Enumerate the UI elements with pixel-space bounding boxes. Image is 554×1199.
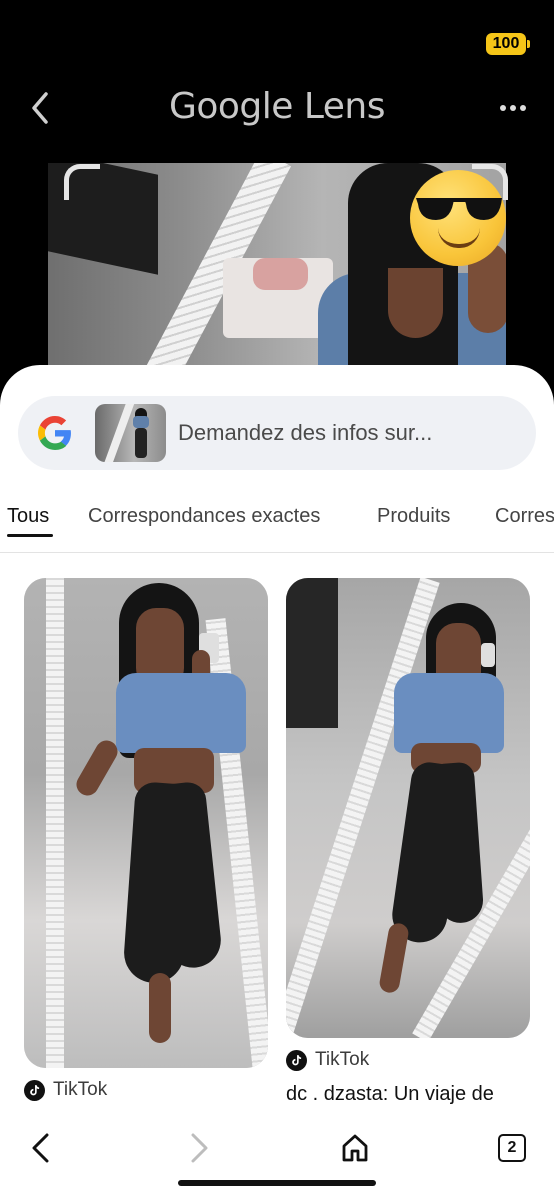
status-bar: 100 [0, 0, 554, 70]
home-icon [342, 1134, 368, 1162]
source-name: TikTok [53, 1079, 108, 1100]
nav-tabs-button[interactable]: 2 [492, 1128, 532, 1168]
search-placeholder: Demandez des infos sur... [178, 420, 433, 445]
result-source-1[interactable]: TikTok [24, 1079, 107, 1101]
lens-header: Google Lens [0, 80, 554, 140]
source-name: TikTok [315, 1049, 370, 1070]
tiktok-icon [286, 1049, 307, 1071]
nav-home-button[interactable] [335, 1128, 375, 1168]
chevron-left-icon [32, 1133, 49, 1163]
tab-more[interactable]: Corres [495, 505, 554, 528]
result-source-2[interactable]: TikTok [286, 1049, 369, 1071]
more-options-icon[interactable] [500, 102, 526, 114]
tiktok-icon [24, 1079, 45, 1101]
chevron-right-icon [191, 1133, 208, 1163]
result-image-1[interactable] [24, 578, 268, 1068]
pillow-shape [253, 258, 308, 290]
battery-indicator: 100 [486, 33, 530, 55]
result-title-2[interactable]: dc . dzasta: Un viaje de [286, 1083, 494, 1106]
nav-forward-button[interactable] [178, 1128, 218, 1168]
tab-products[interactable]: Produits [377, 505, 450, 528]
filter-tabs: Tous Correspondances exactes Produits Co… [0, 495, 554, 553]
photo-preview[interactable] [48, 163, 506, 378]
crop-corner-top-left[interactable] [64, 164, 100, 200]
tab-count-badge: 2 [498, 1134, 526, 1162]
search-image-thumbnail[interactable] [95, 404, 166, 462]
tab-exact-matches[interactable]: Correspondances exactes [88, 505, 320, 528]
result-image-2[interactable] [286, 578, 530, 1038]
results-sheet: Demandez des infos sur... Tous Correspon… [0, 365, 554, 1199]
tab-all[interactable]: Tous [7, 505, 49, 528]
nav-back-button[interactable] [22, 1128, 62, 1168]
google-g-icon [38, 416, 71, 450]
neck-shape [388, 268, 443, 338]
active-tab-indicator [7, 534, 53, 537]
home-indicator[interactable] [178, 1180, 376, 1186]
search-bar[interactable]: Demandez des infos sur... [18, 396, 536, 470]
app-title: Google Lens [168, 86, 386, 127]
crop-corner-top-right[interactable] [472, 164, 508, 200]
